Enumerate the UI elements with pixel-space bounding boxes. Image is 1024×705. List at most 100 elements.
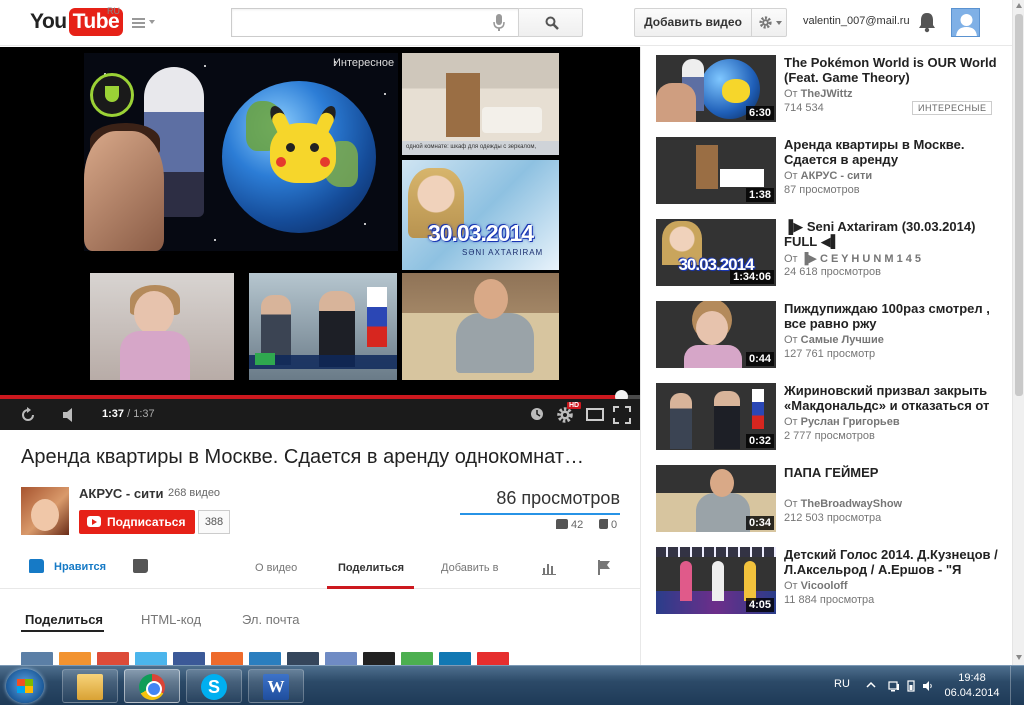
system-clock[interactable]: 19:48 06.04.2014 [944, 671, 1000, 701]
clock-time: 19:48 [958, 672, 986, 684]
related-video[interactable]: 4:05 Детский Голос 2014. Д.Кузнецов / Л.… [656, 547, 1001, 615]
end-screen-thumbnail-news[interactable] [249, 273, 397, 380]
thumbnail-caption: одной комнате: шкаф для одежды с зеркало… [402, 141, 559, 155]
video-player[interactable]: Интересное одной комнате: шкаф для одежд… [0, 47, 640, 430]
watch-later-icon[interactable] [530, 407, 544, 421]
thumbnail-date: 30.03.2014 [427, 220, 534, 246]
notifications-bell-icon[interactable] [917, 11, 937, 33]
upload-button[interactable]: Добавить видео [634, 8, 752, 37]
related-video-title[interactable]: The Pokémon World is OUR World (Feat. Ga… [784, 55, 998, 85]
taskbar-skype[interactable]: S [186, 669, 242, 703]
time-separator: / [124, 408, 134, 420]
video-thumbnail[interactable]: 30.03.2014 1:34:06 [656, 219, 776, 286]
microphone-icon[interactable] [492, 14, 506, 32]
skype-icon: S [201, 674, 227, 700]
related-video[interactable]: 0:44 Пиждупиждаю 100раз смотрел , все ра… [656, 301, 1001, 369]
guide-menu-icon[interactable] [132, 14, 158, 32]
volume-icon[interactable] [62, 407, 80, 423]
related-video-views: 127 761 просмотр [784, 348, 876, 360]
share-tab-share[interactable]: Поделиться [25, 612, 103, 627]
youtube-play-icon [87, 516, 101, 527]
related-video-title[interactable]: ▐▶ Seni Axtariram (30.03.2014) FULL ◀▌ [784, 219, 998, 249]
dislike-count: 0 [599, 519, 617, 531]
author-name[interactable]: АКРУС - сити [801, 170, 872, 182]
share-tabs: Поделиться HTML-код Эл. почта [21, 608, 421, 632]
tab-about[interactable]: О видео [255, 562, 297, 574]
related-video[interactable]: 0:34 ПАПА ГЕЙМЕР От TheBroadwayShow 212 … [656, 465, 1001, 533]
account-email[interactable]: valentin_007@mail.ru [803, 15, 910, 27]
related-video-title[interactable]: Детский Голос 2014. Д.Кузнецов / Л.Аксел… [784, 547, 998, 577]
search-button[interactable] [518, 8, 583, 37]
network-icon[interactable] [888, 680, 900, 692]
channel-name[interactable]: АКРУС - сити [79, 486, 163, 501]
logo-region: RU [107, 6, 120, 16]
tab-share[interactable]: Поделиться [338, 562, 404, 574]
author-name[interactable]: Vicooloff [801, 580, 848, 592]
taskbar-word[interactable]: W [248, 669, 304, 703]
replay-icon[interactable] [20, 407, 36, 423]
dislike-button[interactable] [133, 559, 148, 573]
author-name[interactable]: TheBroadwayShow [801, 498, 902, 510]
statistics-icon[interactable] [542, 561, 556, 575]
search-input[interactable] [231, 8, 519, 37]
end-screen-thumbnail-girl[interactable] [90, 273, 234, 380]
fullscreen-icon[interactable] [613, 406, 631, 424]
scroll-down-arrow-icon[interactable] [1016, 655, 1022, 660]
featured-badge: ИНТЕРЕСНЫЕ [912, 101, 993, 115]
related-video-title[interactable]: Пиждупиждаю 100раз смотрел , все равно р… [784, 301, 998, 331]
end-screen-thumbnail-gamer[interactable] [402, 273, 559, 380]
column-divider [640, 47, 641, 665]
share-tab-email[interactable]: Эл. почта [242, 612, 300, 627]
account-avatar[interactable] [951, 8, 980, 37]
youtube-logo[interactable]: You Tube RU [30, 6, 124, 36]
end-screen-thumbnail-seni[interactable]: 30.03.2014 SƏNI AXTARIRAM [402, 160, 559, 270]
related-video[interactable]: 0:32 Жириновский призвал закрыть «Макдон… [656, 383, 1001, 451]
author-name[interactable]: Руслан Григорьев [801, 416, 900, 428]
taskbar-chrome[interactable] [124, 669, 180, 703]
video-duration: 1:38 [745, 188, 774, 202]
like-button[interactable]: Нравится [29, 559, 106, 573]
video-duration: 4:05 [745, 598, 774, 612]
related-video[interactable]: 1:38 Аренда квартиры в Москве. Сдается в… [656, 137, 1001, 205]
video-thumbnail[interactable]: 0:34 [656, 465, 776, 532]
logo-you: You [30, 10, 67, 33]
thumbs-down-icon [599, 519, 608, 529]
related-video-title[interactable]: ПАПА ГЕЙМЕР [784, 465, 998, 480]
scrollbar-thumb[interactable] [1015, 14, 1023, 396]
share-tab-embed[interactable]: HTML-код [141, 612, 201, 627]
theater-mode-icon[interactable] [586, 408, 604, 421]
settings-menu-button[interactable] [751, 8, 787, 37]
author-name[interactable]: TheJWittz [801, 88, 853, 100]
volume-tray-icon[interactable] [922, 680, 934, 692]
related-video[interactable]: 30.03.2014 1:34:06 ▐▶ Seni Axtariram (30… [656, 219, 1001, 287]
video-thumbnail[interactable]: 4:05 [656, 547, 776, 614]
author-name[interactable]: Самые Лучшие [801, 334, 884, 346]
related-video-title[interactable]: Жириновский призвал закрыть «Макдональдс… [784, 383, 998, 413]
channel-video-count[interactable]: 268 видео [168, 487, 220, 499]
active-tab-indicator [327, 586, 414, 589]
taskbar-explorer[interactable] [62, 669, 118, 703]
video-duration: 0:32 [745, 434, 774, 448]
related-video-title[interactable]: Аренда квартиры в Москве. Сдается в арен… [784, 137, 998, 167]
author-name[interactable]: ▐▶ C E Y H U N M 1 4 5 [801, 253, 921, 265]
related-video[interactable]: 6:30 The Pokémon World is OUR World (Fea… [656, 55, 1001, 123]
subscribe-button[interactable]: Подписаться [79, 510, 195, 534]
video-thumbnail[interactable]: 0:44 [656, 301, 776, 368]
flag-icon[interactable] [597, 560, 611, 575]
show-desktop-button[interactable] [1010, 666, 1024, 705]
related-video-views: 11 884 просмотра [784, 594, 875, 606]
scroll-up-arrow-icon[interactable] [1016, 3, 1022, 8]
battery-icon[interactable] [906, 680, 917, 692]
input-language[interactable]: RU [834, 678, 850, 690]
show-hidden-icons-icon[interactable] [866, 680, 876, 690]
video-thumbnail[interactable]: 1:38 [656, 137, 776, 204]
end-screen-thumbnail-pokemon[interactable] [84, 53, 398, 251]
start-button[interactable] [6, 669, 44, 703]
video-thumbnail[interactable]: 0:32 [656, 383, 776, 450]
tab-add-to[interactable]: Добавить в [441, 562, 499, 574]
end-screen-thumbnail-apartment[interactable]: одной комнате: шкаф для одежды с зеркало… [402, 53, 559, 155]
page-scrollbar[interactable] [1012, 0, 1024, 665]
channel-avatar[interactable] [21, 487, 69, 535]
video-thumbnail[interactable]: 6:30 [656, 55, 776, 122]
related-video-author: От АКРУС - сити [784, 170, 873, 182]
